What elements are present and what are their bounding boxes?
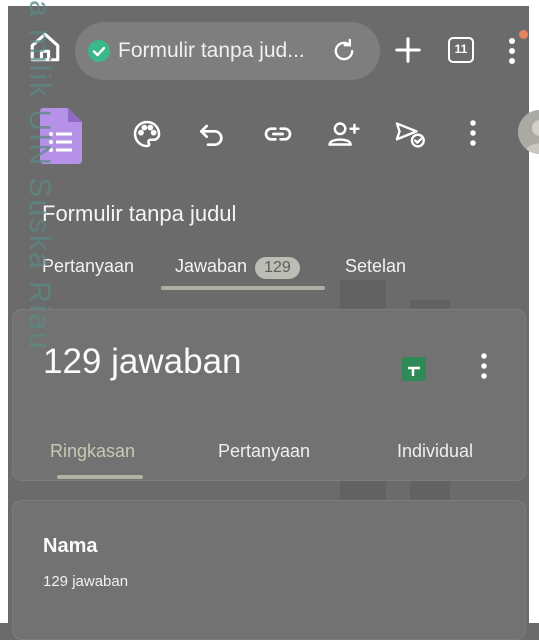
link-icon[interactable] xyxy=(262,118,294,150)
subtab-pertanyaan[interactable]: Pertanyaan xyxy=(218,441,310,462)
tab-label: Setelan xyxy=(345,256,407,276)
question-title: Nama xyxy=(43,535,98,557)
tab-jawaban[interactable]: Jawaban 129 xyxy=(175,256,300,279)
more-vert-icon[interactable] xyxy=(505,36,519,66)
question-card: Nama 129 jawaban xyxy=(12,500,526,640)
more-vert-icon[interactable] xyxy=(466,118,480,150)
tab-switcher-icon[interactable]: 11 xyxy=(448,37,474,63)
subtab-ringkasan[interactable]: Ringkasan xyxy=(50,441,135,462)
reload-icon[interactable] xyxy=(330,37,358,65)
shield-check-icon[interactable] xyxy=(87,39,111,63)
form-title: Formulir tanpa judul xyxy=(42,201,237,226)
tab-pertanyaan[interactable]: Pertanyaan xyxy=(42,256,134,277)
left-edge xyxy=(0,0,8,623)
right-edge xyxy=(529,0,539,623)
undo-icon[interactable] xyxy=(196,118,228,150)
more-vert-icon[interactable] xyxy=(478,351,490,381)
url-text[interactable]: Formulir tanpa jud... xyxy=(118,39,305,63)
response-count: 129 jawaban xyxy=(43,342,242,381)
person-add-icon[interactable] xyxy=(327,118,360,150)
address-bar[interactable]: Formulir tanpa jud... xyxy=(75,22,380,80)
sheets-icon[interactable] xyxy=(402,357,426,381)
send-icon[interactable] xyxy=(393,118,425,150)
tab-label: Jawaban xyxy=(175,256,248,276)
response-count-badge: 129 xyxy=(255,257,300,279)
active-tab-indicator xyxy=(161,286,325,290)
home-icon[interactable] xyxy=(28,30,62,64)
responses-summary-card: 129 jawaban Ringkasan Pertanyaan Individ… xyxy=(12,309,526,481)
notification-dot xyxy=(519,30,528,39)
avatar[interactable] xyxy=(518,110,539,154)
tab-label: Pertanyaan xyxy=(42,256,135,276)
active-subtab-indicator xyxy=(57,475,143,479)
subtab-individual[interactable]: Individual xyxy=(397,441,473,462)
tab-setelan[interactable]: Setelan xyxy=(345,256,406,277)
forms-logo-icon[interactable] xyxy=(40,108,82,164)
question-response-count: 129 jawaban xyxy=(43,573,129,590)
palette-icon[interactable] xyxy=(131,118,163,150)
plus-icon[interactable] xyxy=(393,35,423,65)
